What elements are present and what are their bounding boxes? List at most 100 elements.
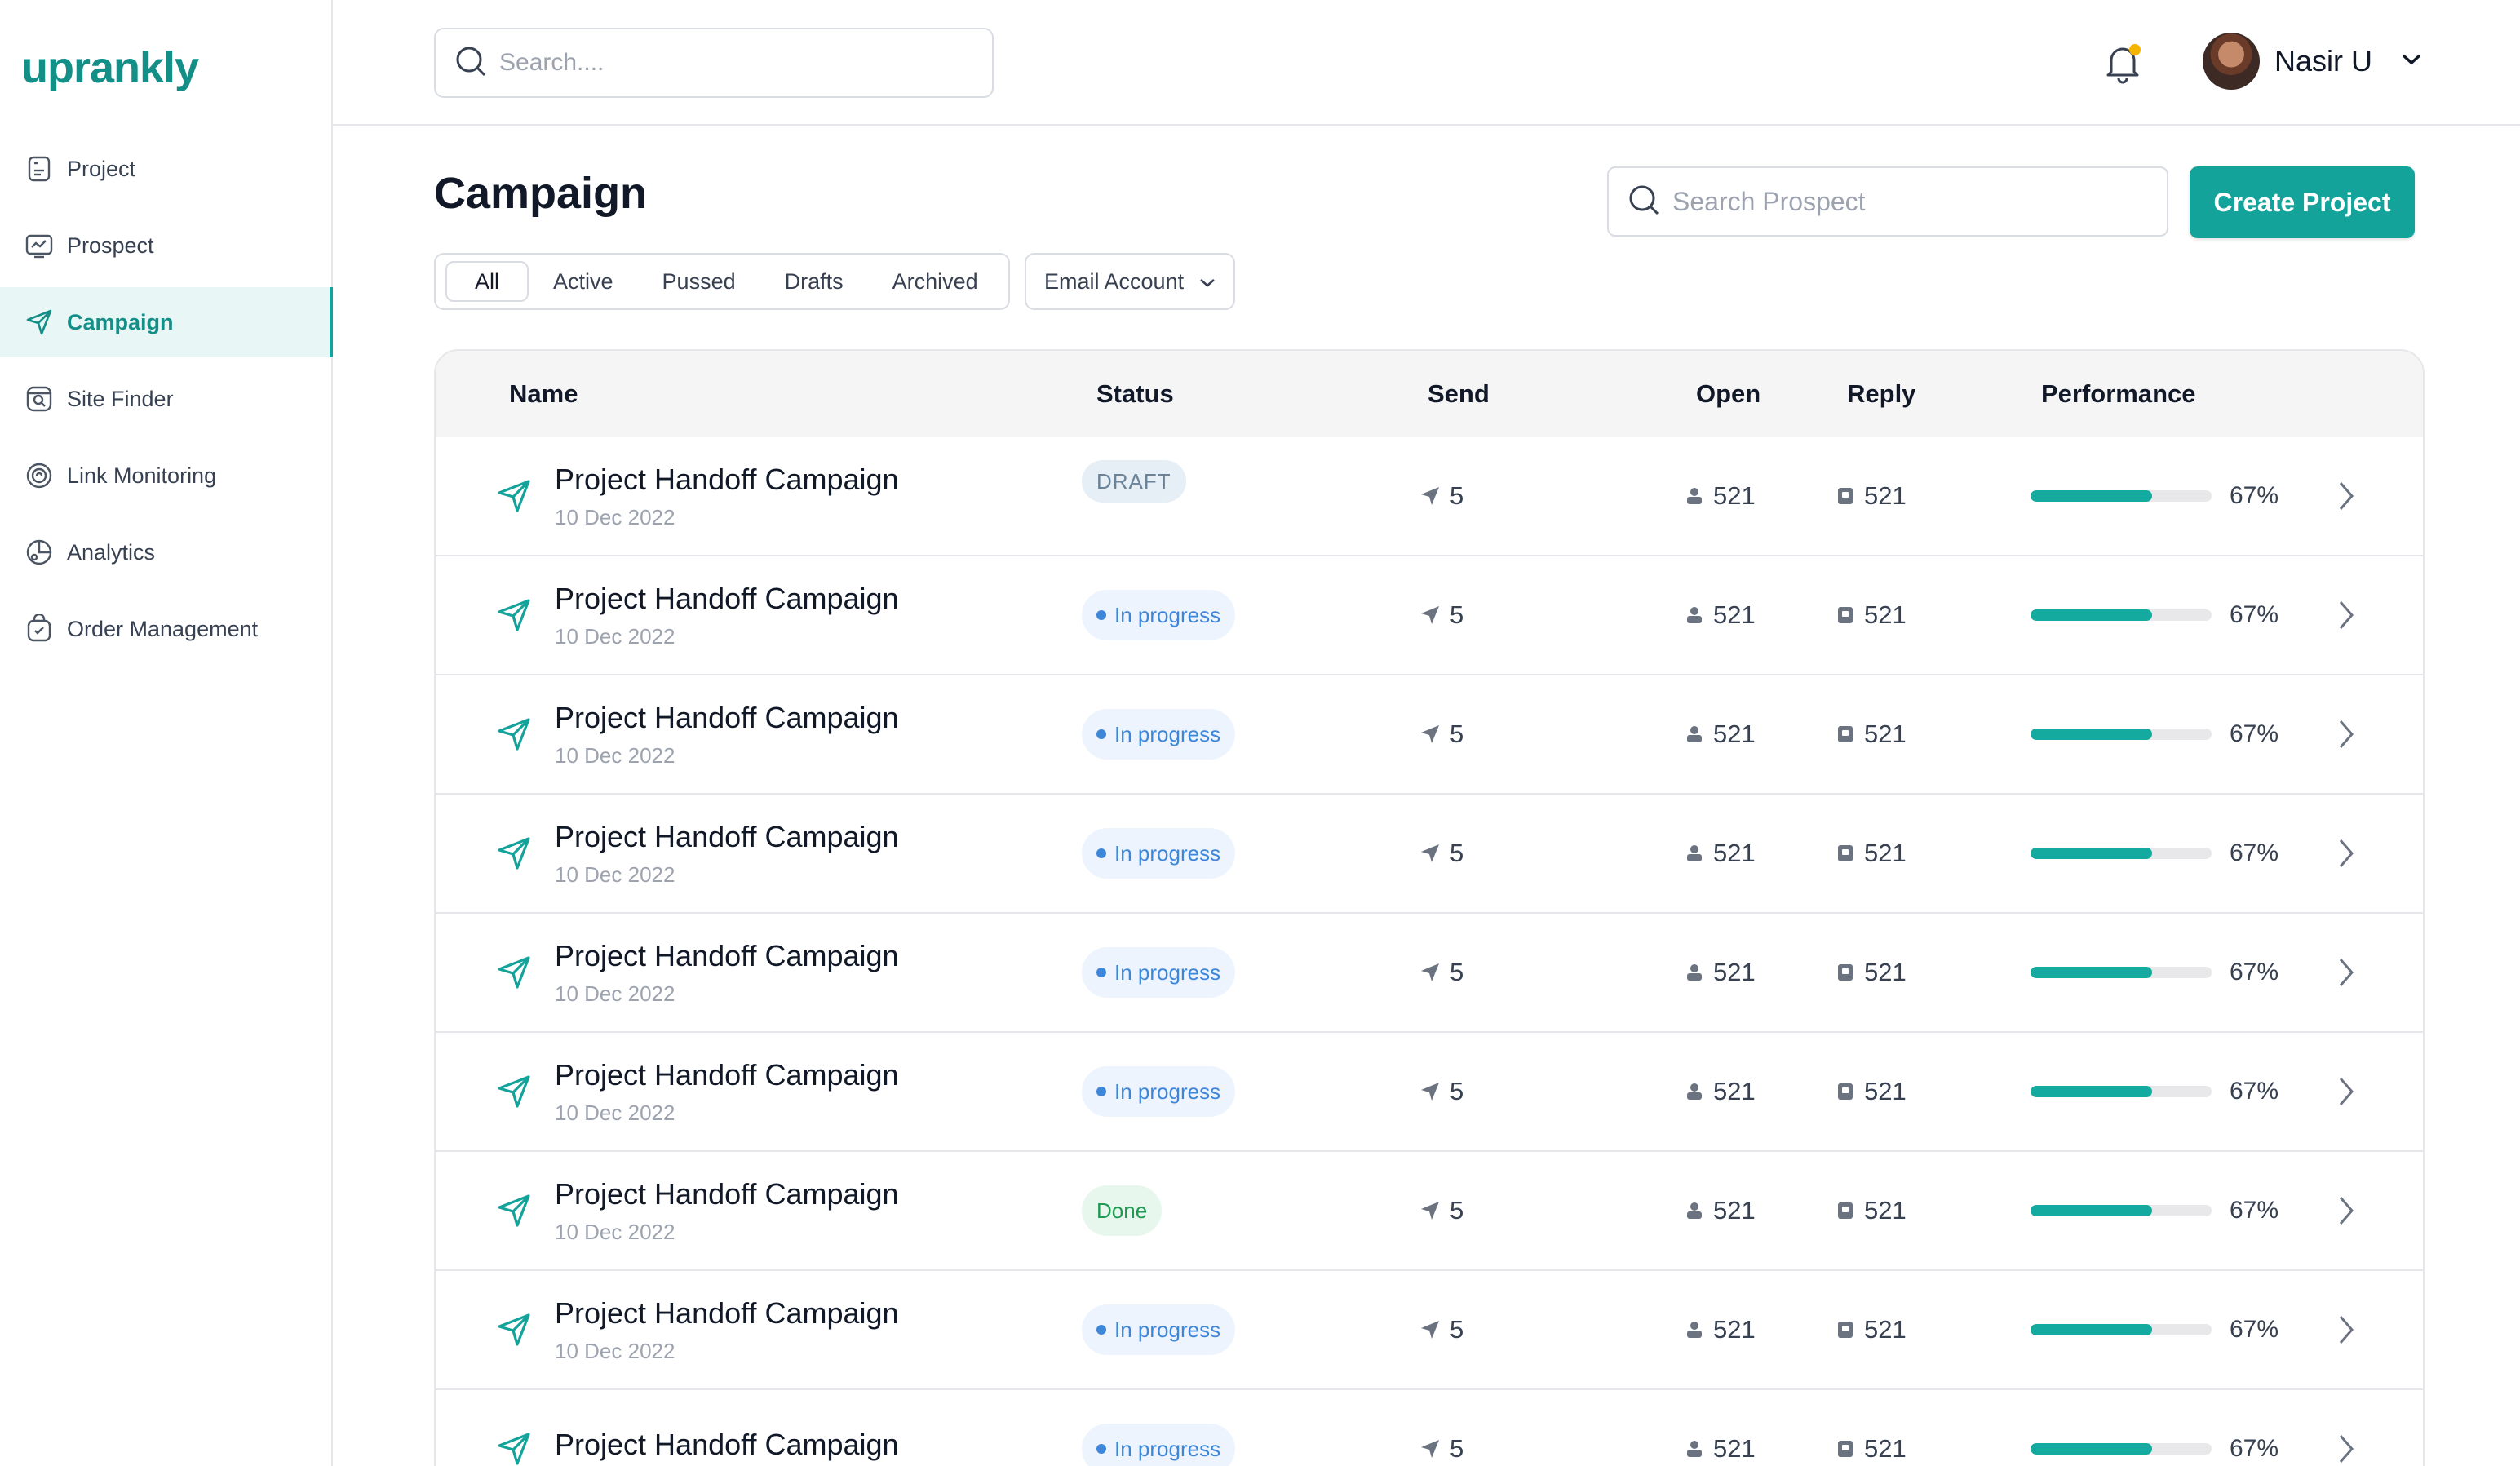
campaign-date: 10 Dec 2022 bbox=[555, 1219, 675, 1244]
open-count: 521 bbox=[1713, 481, 1756, 510]
column-header-status[interactable]: Status bbox=[1096, 351, 1174, 437]
campaign-name: Project Handoff Campaign bbox=[555, 1057, 899, 1092]
reply-count-icon bbox=[1835, 1200, 1856, 1221]
chevron-right-icon[interactable] bbox=[2336, 437, 2356, 555]
send-cell: 5 bbox=[1419, 1033, 1464, 1150]
open-count: 521 bbox=[1713, 600, 1756, 629]
status-badge: In progress bbox=[1082, 947, 1236, 998]
column-header-name[interactable]: Name bbox=[509, 351, 578, 437]
performance-cell: 67% bbox=[2031, 914, 2279, 1031]
open-cell: 521 bbox=[1684, 556, 1756, 674]
performance-bar bbox=[2031, 729, 2212, 740]
global-search[interactable] bbox=[434, 28, 994, 98]
status-badge: DRAFT bbox=[1082, 460, 1186, 503]
open-cell: 521 bbox=[1684, 1033, 1756, 1150]
sidebar-item-campaign[interactable]: Campaign bbox=[0, 287, 333, 357]
chevron-right-icon[interactable] bbox=[2336, 675, 2356, 793]
sidebar-item-order-management[interactable]: Order Management bbox=[0, 594, 331, 664]
campaign-name-cell: Project Handoff Campaign 10 Dec 2022 bbox=[555, 1271, 899, 1388]
table-row[interactable]: Project Handoff Campaign 10 Dec 2022 In … bbox=[436, 1271, 2423, 1390]
tab-drafts[interactable]: Drafts bbox=[760, 261, 868, 302]
campaign-date: 10 Dec 2022 bbox=[555, 504, 675, 529]
table-row[interactable]: Project Handoff Campaign 10 Dec 2022 DRA… bbox=[436, 437, 2423, 556]
status-dot bbox=[1096, 1325, 1106, 1335]
performance-bar bbox=[2031, 1086, 2212, 1097]
status-badge: In progress bbox=[1082, 1304, 1236, 1355]
send-count: 5 bbox=[1450, 600, 1464, 629]
tab-archived[interactable]: Archived bbox=[868, 261, 1003, 302]
chevron-right-icon[interactable] bbox=[2336, 1390, 2356, 1466]
sidebar-item-project[interactable]: Project bbox=[0, 134, 331, 204]
column-header-performance[interactable]: Performance bbox=[2041, 351, 2196, 437]
table-row[interactable]: Project Handoff Campaign 10 Dec 2022 In … bbox=[436, 914, 2423, 1033]
prospect-search-input[interactable] bbox=[1672, 186, 2129, 217]
analytics-icon bbox=[23, 536, 55, 569]
campaign-name-cell: Project Handoff Campaign 10 Dec 2022 bbox=[555, 437, 899, 555]
sidebar-item-site-finder[interactable]: Site Finder bbox=[0, 364, 331, 434]
table-row[interactable]: Project Handoff Campaign 10 Dec 2022 In … bbox=[436, 795, 2423, 914]
status-dot bbox=[1096, 968, 1106, 977]
sidebar-item-prospect[interactable]: Prospect bbox=[0, 210, 331, 281]
tab-paused[interactable]: Pussed bbox=[638, 261, 760, 302]
open-count-icon bbox=[1684, 1319, 1705, 1340]
reply-count: 521 bbox=[1864, 720, 1907, 748]
sidebar-item-analytics[interactable]: Analytics bbox=[0, 517, 331, 587]
table-row[interactable]: Project Handoff Campaign 10 Dec 2022 In … bbox=[436, 556, 2423, 675]
performance-bar-fill bbox=[2031, 490, 2152, 502]
notification-bell-icon[interactable] bbox=[2101, 41, 2146, 86]
status-cell: DRAFT bbox=[1082, 437, 1186, 555]
status-cell: In progress bbox=[1082, 675, 1236, 793]
chevron-right-icon[interactable] bbox=[2336, 914, 2356, 1031]
chevron-right-icon[interactable] bbox=[2336, 1271, 2356, 1388]
table-row[interactable]: Project Handoff Campaign 10 Dec 2022 In … bbox=[436, 675, 2423, 795]
open-count: 521 bbox=[1713, 1434, 1756, 1463]
campaign-name-cell: Project Handoff Campaign 10 Dec 2022 bbox=[555, 1152, 899, 1269]
reply-count: 521 bbox=[1864, 1077, 1907, 1105]
open-cell: 521 bbox=[1684, 675, 1756, 793]
status-text: In progress bbox=[1114, 959, 1221, 985]
status-cell: In progress bbox=[1082, 795, 1236, 912]
send-icon bbox=[494, 914, 534, 1031]
open-count-icon bbox=[1684, 1438, 1705, 1459]
performance-bar-fill bbox=[2031, 1443, 2152, 1455]
campaign-name: Project Handoff Campaign bbox=[555, 938, 899, 972]
tab-all[interactable]: All bbox=[445, 261, 529, 302]
chevron-right-icon[interactable] bbox=[2336, 1152, 2356, 1269]
reply-cell: 521 bbox=[1835, 556, 1907, 674]
create-project-button[interactable]: Create Project bbox=[2190, 166, 2415, 238]
email-account-dropdown[interactable]: Email Account bbox=[1025, 253, 1235, 310]
open-count: 521 bbox=[1713, 839, 1756, 867]
reply-count: 521 bbox=[1864, 1315, 1907, 1344]
performance-value: 67% bbox=[2230, 482, 2279, 509]
table-row[interactable]: Project Handoff Campaign In progress 5 5… bbox=[436, 1390, 2423, 1466]
table-row[interactable]: Project Handoff Campaign 10 Dec 2022 In … bbox=[436, 1033, 2423, 1152]
campaign-date: 10 Dec 2022 bbox=[555, 1100, 675, 1125]
table-row[interactable]: Project Handoff Campaign 10 Dec 2022 Don… bbox=[436, 1152, 2423, 1271]
send-count: 5 bbox=[1450, 958, 1464, 986]
performance-value: 67% bbox=[2230, 601, 2279, 628]
status-badge: In progress bbox=[1082, 590, 1236, 640]
column-header-open[interactable]: Open bbox=[1696, 351, 1760, 437]
logo[interactable]: uprankly bbox=[21, 42, 199, 93]
send-count: 5 bbox=[1450, 1315, 1464, 1344]
global-search-input[interactable] bbox=[499, 49, 956, 77]
open-cell: 521 bbox=[1684, 437, 1756, 555]
column-header-reply[interactable]: Reply bbox=[1847, 351, 1915, 437]
campaign-table: Name Status Send Open Reply Performance … bbox=[434, 349, 2425, 1466]
sidebar-item-link-monitoring[interactable]: Link Monitoring bbox=[0, 441, 331, 511]
user-menu[interactable]: Nasir U bbox=[2203, 33, 2423, 90]
reply-cell: 521 bbox=[1835, 1390, 1907, 1466]
prospect-search[interactable] bbox=[1607, 166, 2168, 237]
status-cell: In progress bbox=[1082, 1033, 1236, 1150]
tab-active[interactable]: Active bbox=[529, 261, 638, 302]
open-count-icon bbox=[1684, 843, 1705, 864]
chevron-down-icon bbox=[1198, 269, 1216, 295]
campaign-date: 10 Dec 2022 bbox=[555, 981, 675, 1006]
chevron-right-icon[interactable] bbox=[2336, 556, 2356, 674]
chevron-right-icon[interactable] bbox=[2336, 795, 2356, 912]
column-header-send[interactable]: Send bbox=[1428, 351, 1490, 437]
performance-bar bbox=[2031, 848, 2212, 859]
open-cell: 521 bbox=[1684, 795, 1756, 912]
chevron-right-icon[interactable] bbox=[2336, 1033, 2356, 1150]
performance-bar bbox=[2031, 490, 2212, 502]
